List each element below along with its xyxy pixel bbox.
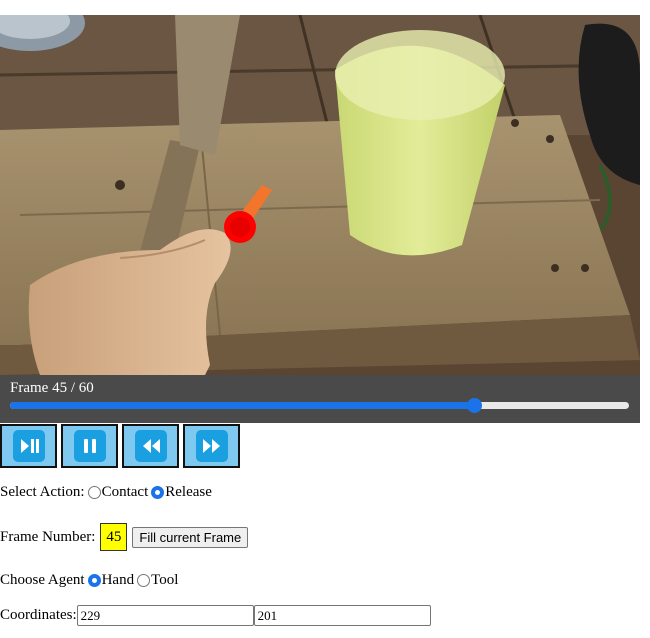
frame-number-row: Frame Number: 45 Fill current Frame bbox=[0, 523, 249, 551]
fast-forward-icon bbox=[195, 430, 228, 462]
action-contact-label[interactable]: Contact bbox=[102, 484, 149, 501]
play-pause-button[interactable] bbox=[0, 424, 57, 468]
video-scene bbox=[0, 15, 640, 375]
play-pause-icon bbox=[12, 430, 45, 462]
fast-forward-button[interactable] bbox=[183, 424, 240, 468]
rewind-button[interactable] bbox=[122, 424, 179, 468]
frame-slider[interactable] bbox=[10, 398, 629, 413]
agent-hand-label[interactable]: Hand bbox=[102, 572, 135, 589]
agent-row: Choose Agent Hand Tool bbox=[0, 572, 178, 589]
coordinate-x-input[interactable] bbox=[76, 605, 254, 626]
fill-current-frame-button[interactable]: Fill current Frame bbox=[132, 526, 249, 548]
agent-tool-label[interactable]: Tool bbox=[151, 572, 178, 589]
agent-hand-radio[interactable] bbox=[87, 574, 101, 587]
frame-number-value: 45 bbox=[100, 523, 128, 551]
frame-counter: Frame 45 / 60 bbox=[10, 380, 94, 396]
playback-controls bbox=[0, 424, 240, 468]
frame-number-label: Frame Number: bbox=[0, 528, 96, 545]
coordinate-y-input[interactable] bbox=[253, 605, 431, 626]
coordinates-label: Coordinates: bbox=[0, 607, 77, 623]
action-release-radio[interactable] bbox=[151, 486, 165, 499]
action-release-label[interactable]: Release bbox=[165, 484, 212, 501]
action-contact-radio[interactable] bbox=[87, 486, 101, 499]
rewind-icon bbox=[134, 430, 167, 462]
agent-tool-radio[interactable] bbox=[137, 574, 151, 587]
pause-button[interactable] bbox=[61, 424, 118, 468]
coordinates-row: Coordinates: bbox=[0, 605, 431, 626]
video-frame[interactable] bbox=[0, 15, 640, 375]
frame-slider-thumb[interactable] bbox=[467, 398, 483, 413]
agent-label: Choose Agent bbox=[0, 572, 85, 588]
action-row: Select Action: Contact Release bbox=[0, 484, 212, 501]
video-scrubber-bar: Frame 45 / 60 bbox=[0, 375, 640, 423]
frame-slider-progress bbox=[10, 402, 475, 409]
pause-icon bbox=[73, 430, 106, 462]
action-label: Select Action: bbox=[0, 484, 85, 500]
